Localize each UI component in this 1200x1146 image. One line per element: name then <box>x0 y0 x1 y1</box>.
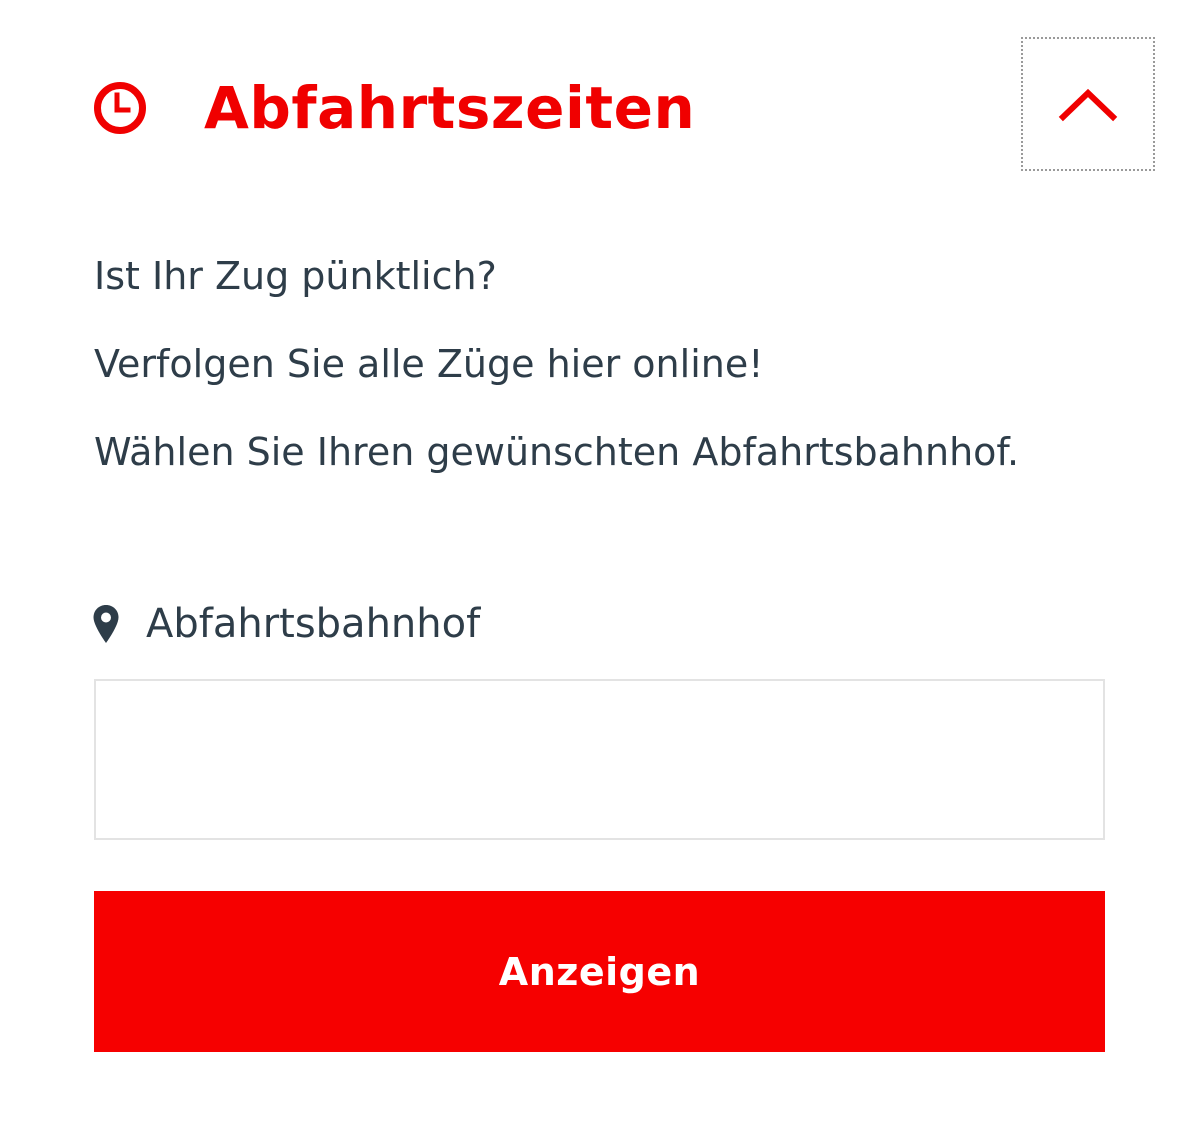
collapse-button[interactable] <box>1021 37 1155 171</box>
departure-station-input[interactable] <box>94 679 1105 840</box>
map-pin-icon <box>92 604 120 644</box>
intro-text: Ist Ihr Zug pünktlich? Verfolgen Sie all… <box>94 232 1174 496</box>
departure-times-widget: Abfahrtszeiten Ist Ihr Zug pünktlich? Ve… <box>0 0 1200 1146</box>
widget-header: Abfahrtszeiten <box>92 72 695 144</box>
widget-title: Abfahrtszeiten <box>204 74 696 142</box>
chevron-up-icon <box>1058 84 1118 124</box>
clock-icon <box>92 80 148 136</box>
intro-line-punctuality: Ist Ihr Zug pünktlich? <box>94 254 497 298</box>
intro-line-track-online: Verfolgen Sie alle Züge hier online! <box>94 342 764 386</box>
station-field-label: Abfahrtsbahnhof <box>92 594 480 654</box>
station-field-label-text: Abfahrtsbahnhof <box>146 601 481 647</box>
intro-line-choose-station: Wählen Sie Ihren gewünschten Abfahrtsbah… <box>94 430 1020 474</box>
show-button[interactable]: Anzeigen <box>94 891 1105 1052</box>
